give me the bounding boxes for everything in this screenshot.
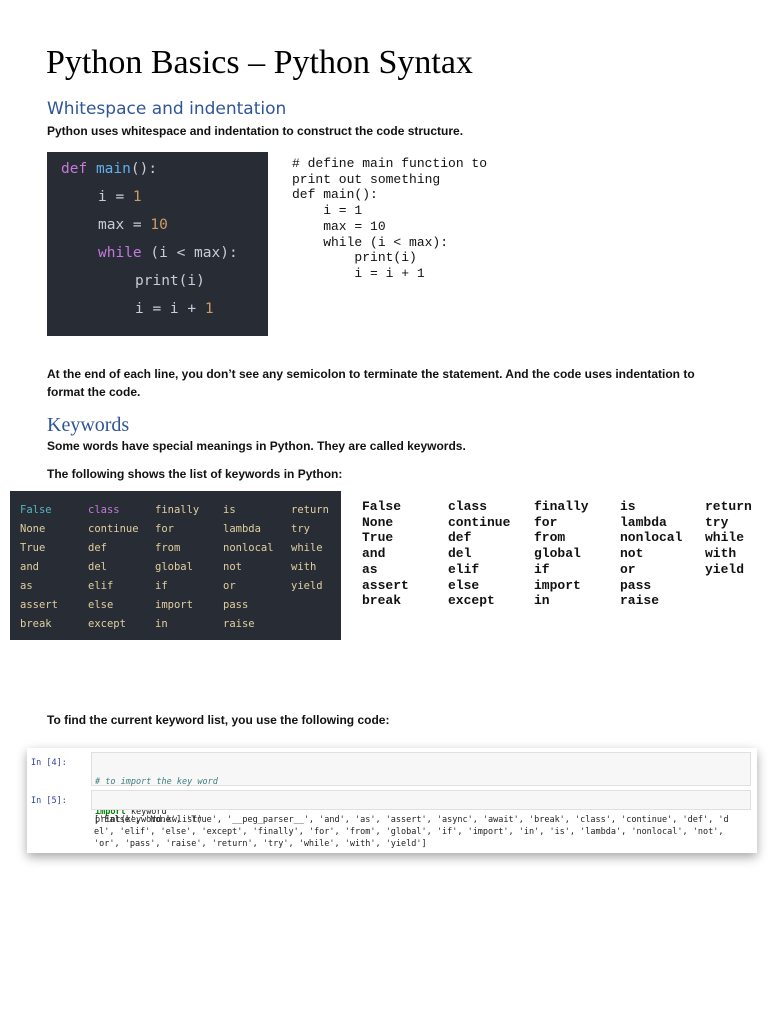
keyword-cell: return xyxy=(291,504,329,516)
keyword-cell: for xyxy=(534,514,558,530)
keyword-cell: nonlocal xyxy=(223,542,274,554)
keyword-cell: raise xyxy=(223,618,255,630)
keyword-cell: continue xyxy=(88,523,139,535)
keyword-cell: global xyxy=(534,546,581,562)
keyword-cell: else xyxy=(448,577,480,593)
intro-paragraph: Python uses whitespace and indentation t… xyxy=(47,124,464,138)
keyword-cell: return xyxy=(705,499,752,514)
keywords-paragraph: Some words have special meanings in Pyth… xyxy=(47,439,466,453)
keyword-cell: is xyxy=(620,499,636,514)
notebook-screenshot: In [4]: ⏵ # to import the key word impor… xyxy=(27,748,757,853)
keyword-cell: try xyxy=(291,523,310,535)
keyword-cell: pass xyxy=(620,577,652,593)
document-page: Python Basics – Python Syntax Whitespace… xyxy=(0,0,768,1024)
keyword-cell: and xyxy=(362,546,386,562)
keyword-code-intro: To find the current keyword list, you us… xyxy=(47,713,390,727)
keyword-cell: except xyxy=(448,593,495,609)
keyword-cell: raise xyxy=(620,593,660,609)
keywords-list-intro: The following shows the list of keywords… xyxy=(47,467,343,481)
keyword-cell: yield xyxy=(291,580,323,592)
page-title: Python Basics – Python Syntax xyxy=(46,44,473,81)
keyword-cell: while xyxy=(291,542,323,554)
keyword-cell: class xyxy=(448,499,488,514)
keyword-cell: for xyxy=(155,523,174,535)
keyword-cell: from xyxy=(534,530,566,546)
keyword-cell: def xyxy=(88,542,107,554)
keyword-cell: with xyxy=(291,561,317,573)
keyword-cell: None xyxy=(362,514,394,530)
cell-comment: # to import the key word xyxy=(95,777,218,787)
keywords-image: False None True and as assert break class contin… xyxy=(10,491,341,640)
keyword-cell: as xyxy=(20,580,33,592)
keyword-cell: del xyxy=(88,561,107,573)
code-cell[interactable]: print(keyword.kwlist) xyxy=(91,790,751,825)
keyword-cell: except xyxy=(88,618,126,630)
keyword-cell: break xyxy=(362,593,402,609)
keyword-cell: if xyxy=(534,561,550,577)
keyword-cell: finally xyxy=(534,499,589,514)
keyword-cell: None xyxy=(20,523,46,535)
keyword-cell: as xyxy=(362,561,378,577)
keyword-cell: lambda xyxy=(223,523,261,535)
keyword-cell: in xyxy=(155,618,168,630)
cell-prompt: In [5]: xyxy=(31,796,67,806)
keyword-cell: not xyxy=(223,561,242,573)
keyword-cell: from xyxy=(155,542,181,554)
keyword-cell: def xyxy=(448,530,472,546)
keyword-cell: elif xyxy=(88,580,114,592)
code-screenshot: def main(): i = 1 max = 10 while (i < ma… xyxy=(47,152,268,336)
keyword-cell: elif xyxy=(448,561,480,577)
keyword-cell: assert xyxy=(20,599,58,611)
keyword-cell: pass xyxy=(223,599,249,611)
keyword-cell: False xyxy=(362,499,402,514)
keyword-cell: is xyxy=(223,504,236,516)
keyword-cell: break xyxy=(20,618,52,630)
keyword-cell: and xyxy=(20,561,39,573)
keyword-cell: True xyxy=(20,542,46,554)
keyword-cell: import xyxy=(534,577,581,593)
indentation-paragraph: At the end of each line, you don’t see a… xyxy=(47,367,695,399)
code-text: # define main function to print out some… xyxy=(292,156,488,281)
keyword-cell: or xyxy=(620,561,636,577)
keyword-cell: or xyxy=(223,580,236,592)
heading-keywords: Keywords xyxy=(47,414,130,436)
code-cell[interactable]: # to import the key word import keyword xyxy=(91,752,751,817)
keyword-cell: not xyxy=(620,546,644,562)
keyword-cell: in xyxy=(534,593,550,609)
keyword-cell: if xyxy=(155,580,168,592)
heading-whitespace: Whitespace and indentation xyxy=(47,99,287,119)
keyword-cell: try xyxy=(705,514,729,530)
keyword-cell: else xyxy=(88,599,114,611)
keyword-cell: lambda xyxy=(620,514,667,530)
keyword-cell: assert xyxy=(362,577,409,593)
keyword-cell: class xyxy=(88,504,120,516)
cell-prompt: In [4]: xyxy=(31,758,67,768)
keyword-cell: finally xyxy=(155,504,200,516)
keyword-cell: nonlocal xyxy=(620,530,683,546)
keyword-cell: global xyxy=(155,561,193,573)
keyword-cell: True xyxy=(362,530,394,546)
keyword-cell: while xyxy=(705,530,745,546)
keyword-cell: with xyxy=(705,546,737,562)
keyword-cell: continue xyxy=(448,514,511,530)
keyword-cell: import xyxy=(155,599,193,611)
cell-output: ['False', 'None', 'True', '__peg_parser_… xyxy=(94,815,729,849)
keyword-cell: del xyxy=(448,546,472,562)
keyword-cell: False xyxy=(20,504,52,516)
keyword-cell: yield xyxy=(705,561,745,577)
